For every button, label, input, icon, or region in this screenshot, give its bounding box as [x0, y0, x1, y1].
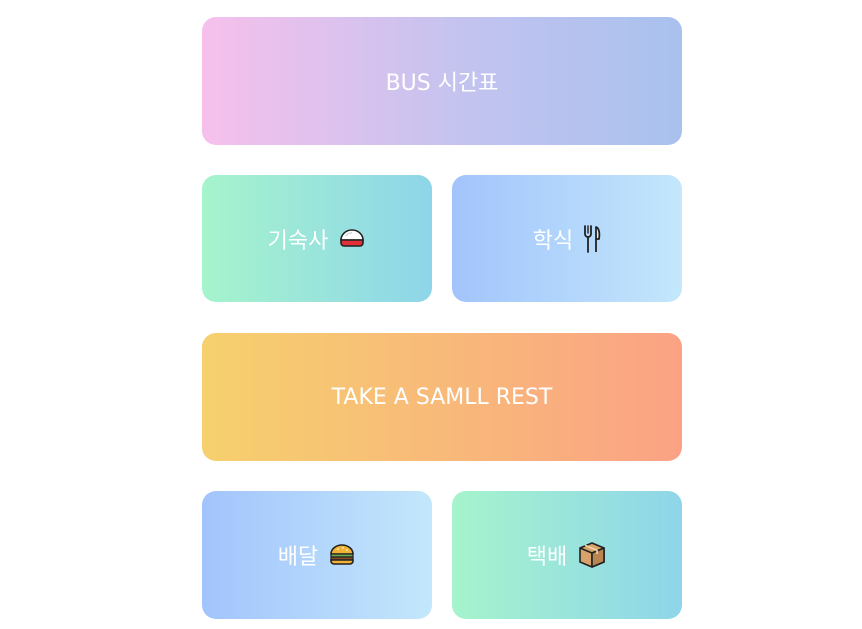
take-a-rest-label: TAKE A SAMLL REST — [331, 384, 553, 410]
parcel-label: 택배 — [526, 545, 568, 570]
cafeteria-button[interactable]: 학식 — [452, 175, 682, 302]
package-box-icon — [577, 540, 607, 570]
dormitory-label: 기숙사 — [267, 228, 329, 254]
delivery-button[interactable]: 배달 — [202, 491, 432, 619]
burger-icon — [328, 543, 356, 567]
bus-schedule-button[interactable]: BUS 시간표 — [202, 17, 682, 145]
delivery-label: 배달 — [277, 545, 319, 570]
rice-ball-icon — [338, 227, 366, 251]
cafeteria-label: 학식 — [532, 228, 574, 254]
fork-knife-icon — [583, 224, 601, 254]
bus-schedule-label: BUS 시간표 — [385, 71, 499, 96]
dormitory-button[interactable]: 기숙사 — [202, 175, 432, 302]
take-a-rest-button[interactable]: TAKE A SAMLL REST — [202, 333, 682, 461]
parcel-button[interactable]: 택배 — [452, 491, 682, 619]
